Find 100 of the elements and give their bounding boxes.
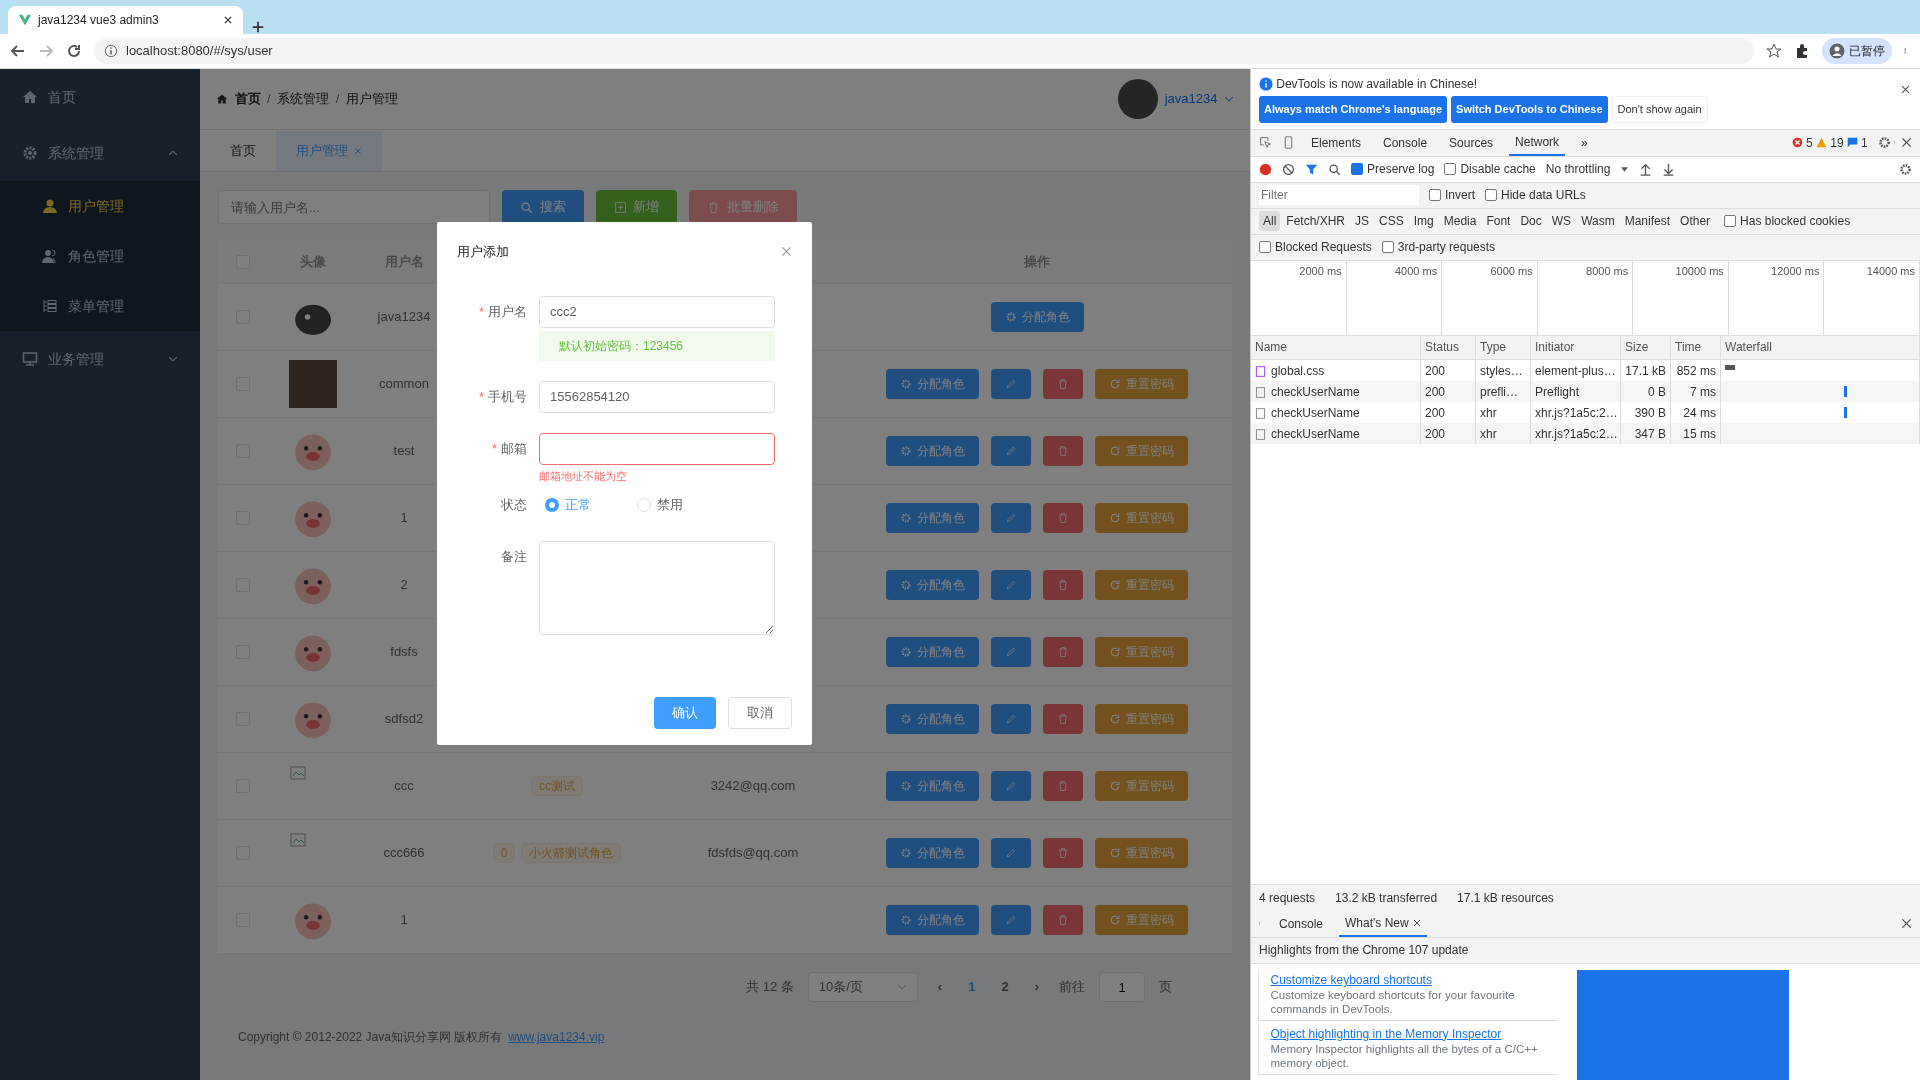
sidebar-subitem[interactable]: 用户管理 (0, 181, 200, 231)
forward-icon[interactable] (38, 43, 54, 59)
checkbox[interactable] (1429, 189, 1441, 202)
close-icon[interactable] (1901, 137, 1912, 149)
checkbox[interactable] (1444, 163, 1457, 176)
type-filter[interactable]: Other (1676, 211, 1715, 232)
column-header[interactable]: Size (1621, 335, 1671, 360)
delete-button[interactable] (1043, 905, 1083, 935)
remark-field[interactable] (539, 540, 775, 635)
checkbox-label[interactable]: Has blocked cookies (1724, 212, 1851, 231)
close-icon[interactable] (1412, 919, 1421, 928)
column-header[interactable]: Type (1476, 335, 1531, 360)
search-icon[interactable] (1328, 162, 1341, 176)
type-filter[interactable]: All (1259, 211, 1281, 232)
delete-button[interactable] (1043, 838, 1083, 868)
column-header[interactable]: Initiator (1531, 335, 1621, 360)
close-icon[interactable] (1901, 85, 1910, 94)
record-icon[interactable] (1259, 162, 1272, 176)
edit-button[interactable] (991, 503, 1031, 533)
feature-link[interactable]: Object highlighting in the Memory Inspector (1270, 1026, 1546, 1042)
warning-count[interactable]: 19 (1830, 133, 1844, 152)
checkbox-label[interactable]: Blocked Requests (1259, 238, 1372, 257)
chevron-down-icon[interactable] (1224, 94, 1234, 104)
delete-button[interactable] (1043, 503, 1083, 533)
edit-button[interactable] (991, 838, 1031, 868)
request-name[interactable]: checkUserName (1271, 426, 1360, 441)
download-icon[interactable] (1662, 162, 1676, 176)
delete-button[interactable] (1043, 704, 1083, 734)
profile-button[interactable]: 已暂停 (1821, 37, 1892, 65)
edit-button[interactable] (991, 369, 1031, 399)
star-icon[interactable] (1765, 43, 1782, 59)
checkbox-label[interactable]: Invert (1429, 186, 1475, 205)
column-header[interactable]: Status (1421, 335, 1476, 360)
checkbox[interactable] (1351, 163, 1363, 176)
text-field[interactable] (539, 432, 775, 465)
type-filter[interactable]: Manifest (1620, 211, 1675, 232)
browser-tab[interactable]: java1234 vue3 admin3 (8, 6, 243, 34)
checkbox[interactable] (1259, 241, 1271, 254)
feature-link[interactable]: Customize keyboard shortcuts (1270, 973, 1546, 988)
request-initiator[interactable]: Preflight (1535, 384, 1580, 399)
settings-icon[interactable] (1899, 162, 1912, 176)
text-field[interactable]: 15562854120 (539, 380, 775, 413)
banner-button[interactable]: Don't show again (1611, 96, 1708, 123)
radio-option[interactable]: 禁用 (631, 493, 689, 516)
column-header[interactable]: Time (1671, 335, 1721, 360)
checkbox[interactable] (1381, 241, 1394, 254)
banner-button[interactable]: Switch DevTools to Chinese (1451, 96, 1608, 123)
message-count[interactable]: 1 (1861, 133, 1868, 152)
text-field[interactable]: ccc2 (539, 295, 775, 328)
request-initiator[interactable]: xhr.js?1a5c:2… (1535, 426, 1618, 441)
delete-button[interactable] (1043, 436, 1083, 466)
devtools-tab[interactable]: Elements (1305, 129, 1368, 156)
upload-icon[interactable] (1639, 162, 1653, 176)
close-icon[interactable] (1901, 918, 1912, 929)
type-filter[interactable]: Media (1439, 211, 1481, 232)
settings-icon[interactable] (1877, 136, 1891, 150)
request-initiator[interactable]: element-plus… (1535, 363, 1616, 378)
type-filter[interactable]: WS (1547, 211, 1576, 232)
type-filter[interactable]: JS (1351, 211, 1374, 232)
drawer-tab[interactable]: Console (1273, 910, 1330, 937)
checkbox-label[interactable]: Disable cache (1444, 160, 1536, 179)
edit-button[interactable] (991, 771, 1031, 801)
dialog-button[interactable]: 取消 (728, 697, 792, 729)
request-name[interactable]: global.css (1271, 363, 1325, 378)
clear-icon[interactable] (1282, 162, 1295, 176)
search-field[interactable]: 请输入用户名... (218, 190, 490, 224)
inspect-icon[interactable] (1259, 136, 1272, 150)
type-filter[interactable]: Doc (1516, 211, 1546, 232)
banner-button[interactable]: Always match Chrome's language (1259, 96, 1448, 123)
throttling-select[interactable]: No throttling (1545, 160, 1611, 179)
user-avatar[interactable] (1118, 79, 1159, 119)
device-icon[interactable] (1282, 136, 1295, 150)
checkbox-label[interactable]: 3rd-party requests (1381, 238, 1496, 257)
devtools-tab[interactable]: Console (1377, 129, 1434, 156)
delete-button[interactable] (1043, 570, 1083, 600)
more-tabs-button[interactable]: » (1575, 129, 1594, 156)
type-filter[interactable]: CSS (1375, 211, 1408, 232)
error-count[interactable]: 5 (1806, 133, 1813, 152)
type-filter[interactable]: Wasm (1577, 211, 1619, 232)
devtools-tab[interactable]: Sources (1443, 129, 1500, 156)
type-filter[interactable]: Font (1482, 211, 1515, 232)
plus-icon[interactable] (251, 20, 265, 34)
type-filter[interactable]: Img (1409, 211, 1438, 232)
filter-field[interactable]: Filter (1259, 185, 1419, 206)
edit-button[interactable] (991, 637, 1031, 667)
checkbox-label[interactable]: Hide data URLs (1485, 186, 1586, 205)
page-tab[interactable]: 首页 (210, 131, 276, 171)
breadcrumb-item[interactable]: 系统管理 (277, 89, 330, 109)
column-header[interactable]: Name (1251, 335, 1421, 360)
edit-button[interactable] (991, 436, 1031, 466)
checkbox[interactable] (1724, 215, 1737, 228)
delete-button[interactable] (1043, 369, 1083, 399)
type-filter[interactable]: Fetch/XHR (1282, 211, 1350, 232)
filter-icon[interactable] (1305, 162, 1318, 176)
close-icon[interactable] (223, 15, 233, 25)
edit-button[interactable] (991, 704, 1031, 734)
video-thumbnail[interactable] (1577, 970, 1789, 1080)
address-bar[interactable]: localhost:8080/#/sys/user (94, 38, 1754, 64)
goto-page-field[interactable]: 1 (1099, 972, 1145, 1002)
caret-icon[interactable] (1620, 164, 1630, 174)
